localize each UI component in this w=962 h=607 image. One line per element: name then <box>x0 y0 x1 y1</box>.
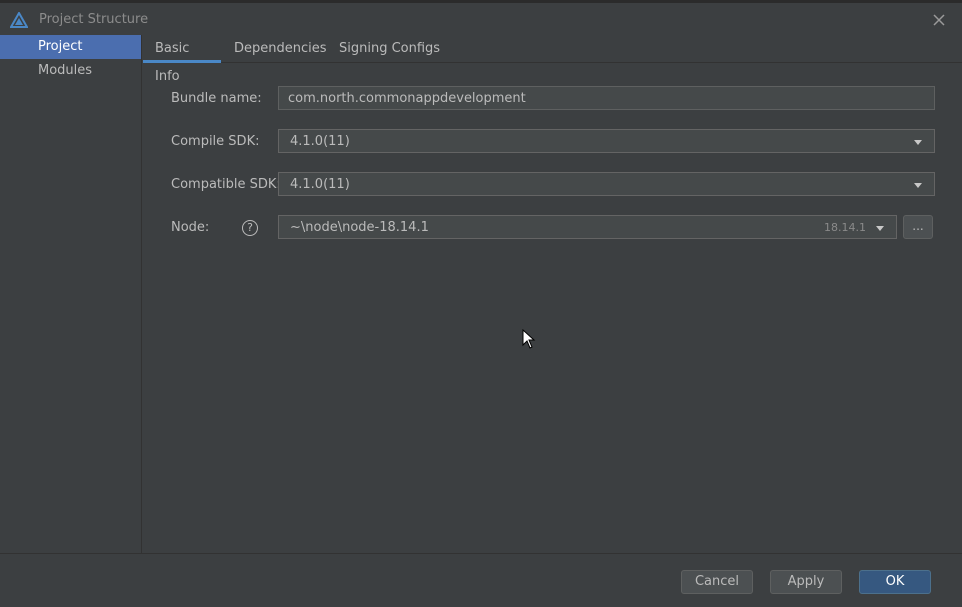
node-path-value: ~\node\node-18.14.1 <box>290 220 429 235</box>
tab-basic-info[interactable]: Basic Info <box>143 35 221 84</box>
node-path-dropdown[interactable]: ~\node\node-18.14.1 18.14.1 <box>278 215 897 239</box>
compile-sdk-dropdown[interactable]: 4.1.0(11) <box>278 129 935 153</box>
chevron-down-icon <box>876 226 884 231</box>
sidebar-item-project[interactable]: Project <box>0 35 141 59</box>
project-structure-dialog: Project Structure Project Modules Basic … <box>0 0 962 607</box>
compatible-sdk-dropdown[interactable]: 4.1.0(11) <box>278 172 935 196</box>
node-label: Node: ? <box>171 220 258 236</box>
mouse-pointer-icon <box>522 329 536 349</box>
close-icon[interactable] <box>930 11 948 29</box>
compatible-sdk-label: Compatible SDK: <box>171 177 281 192</box>
ok-button[interactable]: OK <box>859 570 931 594</box>
dialog-footer: Cancel Apply OK <box>0 553 962 607</box>
node-label-text: Node: <box>171 220 210 235</box>
main-panel: Basic Info Dependencies Signing Configs … <box>143 35 962 553</box>
compatible-sdk-value: 4.1.0(11) <box>290 177 350 192</box>
browse-node-button[interactable]: ... <box>903 215 933 239</box>
cancel-button[interactable]: Cancel <box>681 570 753 594</box>
apply-button[interactable]: Apply <box>770 570 842 594</box>
chevron-down-icon <box>914 140 922 145</box>
tab-bar: Basic Info Dependencies Signing Configs <box>143 35 962 84</box>
help-icon[interactable]: ? <box>242 220 258 236</box>
title-bar: Project Structure <box>0 6 962 34</box>
harmony-logo-icon <box>10 12 28 28</box>
chevron-down-icon <box>914 183 922 188</box>
node-version-hint: 18.14.1 <box>824 221 866 234</box>
bundle-name-input[interactable]: com.north.commonappdevelopment <box>278 86 935 110</box>
tab-signing-configs[interactable]: Signing Configs <box>327 35 452 63</box>
compile-sdk-value: 4.1.0(11) <box>290 134 350 149</box>
bundle-name-label: Bundle name: <box>171 91 262 106</box>
compile-sdk-label: Compile SDK: <box>171 134 260 149</box>
bundle-name-value: com.north.commonappdevelopment <box>288 91 526 106</box>
tab-dependencies[interactable]: Dependencies <box>222 35 339 63</box>
window-title: Project Structure <box>39 12 149 27</box>
sidebar: Project Modules <box>0 35 142 553</box>
sidebar-item-modules[interactable]: Modules <box>0 59 141 83</box>
